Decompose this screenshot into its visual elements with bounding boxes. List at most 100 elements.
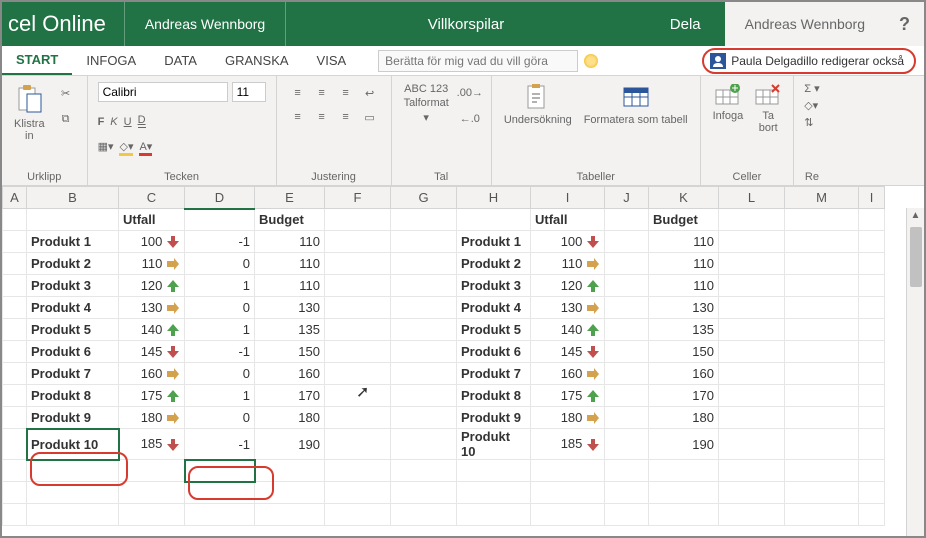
col-header[interactable]: J: [605, 187, 649, 209]
cell[interactable]: 120: [119, 275, 185, 297]
cell[interactable]: 145: [531, 341, 605, 363]
cell[interactable]: 180: [531, 407, 605, 429]
cell[interactable]: 145: [119, 341, 185, 363]
number-format-button[interactable]: ABC 123 Talformat ▾: [402, 82, 451, 126]
cell[interactable]: 135: [649, 319, 719, 341]
cut-icon[interactable]: ✂: [55, 82, 77, 104]
fill-color-button[interactable]: ◇▾: [119, 140, 133, 156]
increase-decimal-icon[interactable]: .00→: [459, 82, 481, 104]
col-header[interactable]: F: [325, 187, 391, 209]
cell[interactable]: Produkt 6: [457, 341, 531, 363]
col-header[interactable]: B: [27, 187, 119, 209]
cell[interactable]: Produkt 6: [27, 341, 119, 363]
cell[interactable]: Produkt 4: [457, 297, 531, 319]
copy-icon[interactable]: ⧉: [55, 108, 77, 130]
cell[interactable]: 1: [185, 385, 255, 407]
col-header[interactable]: K: [649, 187, 719, 209]
col-header[interactable]: E: [255, 187, 325, 209]
align-right-icon[interactable]: ≡: [335, 106, 357, 128]
cell[interactable]: 190: [649, 429, 719, 460]
paste-button[interactable]: Klistra in: [12, 82, 47, 144]
cell[interactable]: 185: [119, 429, 185, 460]
cell[interactable]: 0: [185, 363, 255, 385]
cell[interactable]: 0: [185, 297, 255, 319]
cell[interactable]: Produkt 10: [457, 429, 531, 460]
cell[interactable]: 135: [255, 319, 325, 341]
spreadsheet[interactable]: ABCDEFGHIJKLMI UtfallBudgetUtfallBudget …: [2, 186, 924, 536]
col-header[interactable]: D: [185, 187, 255, 209]
cell[interactable]: Produkt 3: [27, 275, 119, 297]
cell[interactable]: Produkt 4: [27, 297, 119, 319]
cell[interactable]: 100: [531, 231, 605, 253]
cell[interactable]: 140: [531, 319, 605, 341]
cell[interactable]: 160: [531, 363, 605, 385]
col-header[interactable]: I: [531, 187, 605, 209]
cell[interactable]: 160: [255, 363, 325, 385]
cell[interactable]: Produkt 2: [457, 253, 531, 275]
cell[interactable]: 185: [531, 429, 605, 460]
merge-icon[interactable]: ▭: [359, 106, 381, 128]
tab-granska[interactable]: GRANSKA: [211, 46, 303, 75]
tell-me-input[interactable]: [378, 50, 578, 72]
cell[interactable]: -1: [185, 231, 255, 253]
cell[interactable]: 130: [649, 297, 719, 319]
cell[interactable]: 160: [649, 363, 719, 385]
col-header[interactable]: G: [391, 187, 457, 209]
current-user[interactable]: Andreas Wennborg: [725, 2, 885, 46]
cell[interactable]: 130: [255, 297, 325, 319]
cell[interactable]: 1: [185, 275, 255, 297]
col-header[interactable]: A: [3, 187, 27, 209]
double-underline-button[interactable]: D: [138, 116, 146, 128]
cell[interactable]: 130: [119, 297, 185, 319]
cell[interactable]: 0: [185, 407, 255, 429]
cell[interactable]: 120: [531, 275, 605, 297]
align-top-icon[interactable]: ≡: [287, 82, 309, 104]
cell[interactable]: 110: [255, 253, 325, 275]
border-button[interactable]: ▦▾: [98, 140, 114, 156]
cell[interactable]: -1: [185, 429, 255, 460]
help-button[interactable]: ?: [885, 2, 924, 46]
doc-name[interactable]: Villkorspilar: [286, 16, 646, 33]
italic-button[interactable]: K: [110, 116, 117, 128]
col-header[interactable]: C: [119, 187, 185, 209]
font-color-button[interactable]: A▾: [139, 140, 152, 156]
collaborator-badge[interactable]: Paula Delgadillo redigerar också: [702, 48, 916, 74]
font-size-select[interactable]: [232, 82, 266, 102]
cell[interactable]: 150: [255, 341, 325, 363]
cell[interactable]: Produkt 7: [27, 363, 119, 385]
col-header[interactable]: H: [457, 187, 531, 209]
decrease-decimal-icon[interactable]: ←.0: [459, 108, 481, 130]
cell[interactable]: 140: [119, 319, 185, 341]
format-table-button[interactable]: Formatera som tabell: [582, 82, 690, 128]
cell[interactable]: Produkt 1: [27, 231, 119, 253]
cell[interactable]: Produkt 2: [27, 253, 119, 275]
cell[interactable]: 160: [119, 363, 185, 385]
tab-infoga[interactable]: INFOGA: [72, 46, 150, 75]
align-middle-icon[interactable]: ≡: [311, 82, 333, 104]
font-name-select[interactable]: [98, 82, 228, 102]
cell[interactable]: 180: [255, 407, 325, 429]
cell[interactable]: 110: [649, 275, 719, 297]
cell[interactable]: 110: [531, 253, 605, 275]
cell[interactable]: 110: [255, 275, 325, 297]
cell[interactable]: 170: [255, 385, 325, 407]
underline-button[interactable]: U: [124, 116, 132, 128]
cell[interactable]: 110: [649, 231, 719, 253]
cell[interactable]: Produkt 5: [27, 319, 119, 341]
cell[interactable]: 175: [119, 385, 185, 407]
wrap-text-icon[interactable]: ↩: [359, 82, 381, 104]
survey-button[interactable]: Undersökning: [502, 82, 574, 128]
delete-button[interactable]: Ta bort: [753, 82, 783, 136]
cell[interactable]: -1: [185, 341, 255, 363]
cell[interactable]: Produkt 5: [457, 319, 531, 341]
cell[interactable]: 100: [119, 231, 185, 253]
insert-button[interactable]: Infoga: [711, 82, 746, 124]
cell[interactable]: 180: [119, 407, 185, 429]
cell[interactable]: 180: [649, 407, 719, 429]
tab-start[interactable]: START: [2, 46, 72, 75]
autosum-button[interactable]: Σ ▾: [804, 82, 819, 95]
cell[interactable]: Produkt 9: [27, 407, 119, 429]
tab-data[interactable]: DATA: [150, 46, 211, 75]
cell[interactable]: Produkt 8: [27, 385, 119, 407]
cell[interactable]: 150: [649, 341, 719, 363]
